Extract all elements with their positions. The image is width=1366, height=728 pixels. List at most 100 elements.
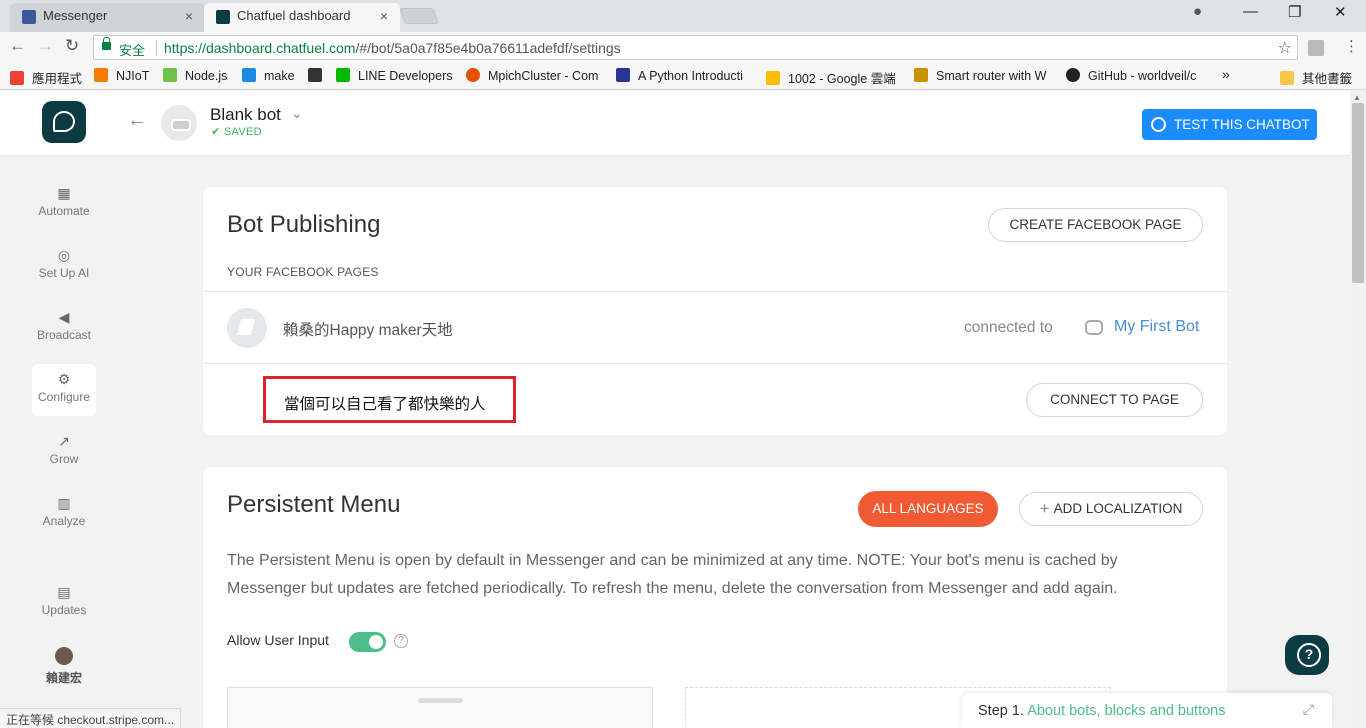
- tab-label: Messenger: [43, 8, 108, 23]
- restore-button[interactable]: ❐: [1288, 3, 1301, 21]
- chatfuel-logo[interactable]: [42, 101, 86, 143]
- expand-icon[interactable]: ⤢: [1303, 701, 1314, 718]
- sidebar-item-set-up-ai[interactable]: ◎ Set Up AI: [32, 240, 96, 292]
- help-icon[interactable]: ?: [394, 634, 408, 648]
- sidebar-item-configure[interactable]: ⚙ Configure: [32, 364, 96, 416]
- bookmark-nodejs[interactable]: Node.js: [163, 68, 227, 83]
- page-name: 當個可以自己看了都快樂的人: [284, 396, 486, 413]
- automate-icon: ▦: [57, 185, 71, 201]
- chevron-down-icon[interactable]: ⌄: [291, 105, 303, 122]
- new-tab-button[interactable]: [399, 8, 439, 24]
- card-title: Persistent Menu: [227, 491, 401, 518]
- tab-label: Chatfuel dashboard: [237, 8, 351, 23]
- megaphone-icon: ◀: [58, 309, 70, 325]
- app-header: ← Blank bot ⌄ ✔ SAVED TEST THIS CHATBOT: [0, 91, 1350, 156]
- scrollbar-thumb[interactable]: [1352, 103, 1364, 283]
- bookmark-label: make: [264, 69, 295, 83]
- folder-icon: [1280, 71, 1294, 85]
- bot-publishing-card: Bot Publishing CREATE FACEBOOK PAGE YOUR…: [203, 187, 1227, 435]
- close-icon[interactable]: ×: [185, 3, 193, 29]
- connect-to-page-button[interactable]: CONNECT TO PAGE: [1026, 383, 1203, 417]
- bot-icon: [1085, 320, 1103, 335]
- bookmarks-more-icon[interactable]: »: [1222, 66, 1230, 82]
- back-arrow-icon[interactable]: ←: [127, 109, 147, 132]
- help-chat-button[interactable]: [1285, 635, 1329, 675]
- step-text: Step 1. About bots, blocks and buttons: [978, 703, 1226, 719]
- reload-button[interactable]: ↻: [65, 36, 79, 56]
- sidebar-item-analyze[interactable]: ▥ Analyze: [32, 488, 96, 540]
- bookmark-njiot[interactable]: NJIoT: [94, 68, 149, 83]
- add-localization-button[interactable]: + ADD LOCALIZATION: [1019, 492, 1203, 526]
- bot-name[interactable]: Blank bot: [210, 105, 281, 125]
- bookmark-label: 1002 - Google 雲端: [788, 72, 896, 86]
- forward-button[interactable]: →: [37, 36, 54, 56]
- sidebar-item-label: Analyze: [42, 514, 86, 528]
- bar-chart-icon: ▥: [57, 495, 71, 511]
- grow-icon: ↗: [58, 433, 70, 449]
- sidebar-item-updates[interactable]: ▤ Updates: [32, 577, 96, 629]
- sidebar-item-automate[interactable]: ▦ Automate: [32, 178, 96, 230]
- sidebar-item-label: Updates: [41, 603, 87, 617]
- bookmark-label: Node.js: [185, 69, 228, 83]
- persistent-menu-description: The Persistent Menu is open by default i…: [227, 552, 1118, 597]
- bookmark-apps[interactable]: 應用程式: [10, 68, 82, 87]
- back-button[interactable]: ←: [9, 36, 26, 56]
- address-bar: ← → ↻ 安全 https://dashboard.chatfuel.com/…: [0, 32, 1366, 63]
- onboarding-step-panel[interactable]: Step 1. About bots, blocks and buttons ⤢: [962, 693, 1332, 728]
- url-path: /#/bot/5a0a7f85e4b0a76611adefdf/settings: [355, 40, 621, 56]
- bookmark-label: LINE Developers: [358, 69, 453, 83]
- persistent-menu-card: Persistent Menu ALL LANGUAGES + ADD LOCAL…: [203, 467, 1227, 728]
- other-bookmarks[interactable]: 其他書籤: [1280, 68, 1352, 87]
- sidebar-item-profile[interactable]: 賴建宏: [32, 639, 96, 691]
- test-chatbot-button[interactable]: TEST THIS CHATBOT: [1142, 109, 1317, 140]
- my-first-bot-link[interactable]: My First Bot: [1114, 318, 1199, 336]
- bookmark-label: Smart router with W: [936, 69, 1047, 83]
- bookmark-github[interactable]: GitHub - worldveil/c: [1066, 68, 1196, 83]
- bookmark-python-intro[interactable]: A Python Introducti: [616, 68, 743, 83]
- account-icon[interactable]: ●: [1193, 3, 1202, 20]
- bookmark-star-icon[interactable]: ☆: [1278, 38, 1292, 58]
- google-drive-icon: [766, 71, 780, 85]
- step-link[interactable]: About bots, blocks and buttons: [1027, 703, 1225, 719]
- ai-icon: ◎: [57, 247, 71, 263]
- bookmark-unnamed[interactable]: [308, 68, 330, 83]
- all-languages-button[interactable]: ALL LANGUAGES: [858, 491, 998, 527]
- make-icon: [242, 68, 256, 82]
- minimize-button[interactable]: —: [1243, 3, 1258, 20]
- close-window-button[interactable]: ✕: [1334, 3, 1347, 21]
- browser-menu-icon[interactable]: ⋮: [1344, 37, 1359, 55]
- page-avatar: [227, 308, 267, 348]
- bookmark-line-developers[interactable]: LINE Developers: [336, 68, 453, 83]
- url-input[interactable]: 安全 https://dashboard.chatfuel.com/#/bot/…: [93, 35, 1298, 60]
- router-icon: [914, 68, 928, 82]
- tab-chatfuel-dashboard[interactable]: Chatfuel dashboard ×: [204, 3, 400, 32]
- sidebar-item-grow[interactable]: ↗ Grow: [32, 426, 96, 478]
- add-localization-label: ADD LOCALIZATION: [1053, 501, 1183, 516]
- chatfuel-icon: [216, 10, 230, 24]
- bookmark-make[interactable]: make: [242, 68, 295, 83]
- allow-user-input-label: Allow User Input: [227, 632, 329, 648]
- tab-messenger[interactable]: Messenger ×: [10, 3, 205, 32]
- github-icon: [1066, 68, 1080, 82]
- sidebar: ▦ Automate ◎ Set Up AI ◀ Broadcast ⚙ Con…: [0, 156, 128, 728]
- penguin-icon: [308, 68, 322, 82]
- line-icon: [336, 68, 350, 82]
- scroll-up-arrow-icon[interactable]: ▲: [1353, 93, 1361, 102]
- card-title: Bot Publishing: [227, 211, 381, 238]
- grid-icon: [616, 68, 630, 82]
- saved-status: ✔ SAVED: [211, 126, 262, 138]
- close-icon[interactable]: ×: [380, 3, 388, 29]
- sidebar-item-label: Automate: [38, 204, 90, 218]
- step-number: Step 1.: [978, 703, 1024, 719]
- bookmark-label: MpichCluster - Com: [488, 69, 599, 83]
- bookmark-mpichcluster[interactable]: MpichCluster - Com: [466, 68, 598, 83]
- sidebar-item-broadcast[interactable]: ◀ Broadcast: [32, 302, 96, 354]
- extension-icon[interactable]: [1308, 40, 1324, 56]
- bookmark-smart-router[interactable]: Smart router with W: [914, 68, 1046, 83]
- create-facebook-page-button[interactable]: CREATE FACEBOOK PAGE: [988, 208, 1203, 242]
- bookmark-google-drive[interactable]: 1002 - Google 雲端: [766, 68, 896, 87]
- avatar: [55, 647, 73, 665]
- allow-user-input-toggle[interactable]: [349, 632, 386, 652]
- url-text: https://dashboard.chatfuel.com/#/bot/5a0…: [164, 40, 621, 56]
- sidebar-item-label: 賴建宏: [45, 671, 82, 685]
